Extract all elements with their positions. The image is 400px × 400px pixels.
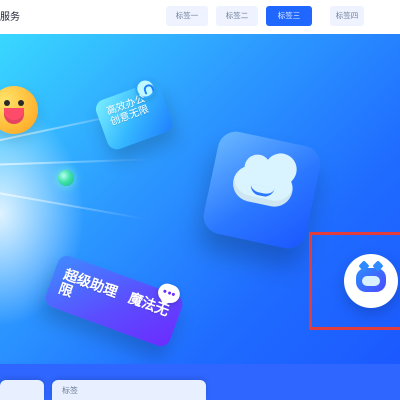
efficiency-card-text: 高效办公 创意无限	[105, 91, 158, 128]
nav-tab-4[interactable]: 标签四	[330, 6, 364, 26]
cloud-icon	[229, 162, 296, 210]
cloud-smile	[249, 183, 275, 199]
landing-screen: 服务 标签一 标签二 标签三 标签四 高效办公 创意无限 超级助理 魔法无限 标…	[0, 0, 400, 400]
emoji-eye	[18, 100, 24, 106]
top-nav: 服务 标签一 标签二 标签三 标签四	[0, 0, 400, 34]
nav-tab-3-active[interactable]: 标签三	[266, 6, 312, 26]
nav-tab-1[interactable]: 标签一	[166, 6, 208, 26]
green-dot-icon	[58, 170, 74, 186]
assistant-card: 超级助理 魔法无限	[42, 253, 186, 349]
cloud-tile	[200, 128, 324, 252]
light-ray	[0, 158, 150, 168]
robot-face	[362, 276, 380, 286]
emoji-mouth	[4, 108, 24, 124]
robot-icon	[356, 268, 386, 292]
bottom-card-middle-label: 标签	[62, 386, 78, 395]
nav-tab-2[interactable]: 标签二	[216, 6, 258, 26]
smiley-face-icon	[0, 86, 38, 134]
light-ray	[0, 180, 147, 221]
efficiency-card: 高效办公 创意无限	[93, 75, 175, 153]
brand-label: 服务	[0, 12, 20, 23]
chat-dots	[162, 289, 176, 297]
assistant-card-text: 超级助理 魔法无限	[56, 267, 172, 335]
assistant-floating-button[interactable]	[344, 254, 398, 308]
hero-banner: 高效办公 创意无限 超级助理 魔法无限	[0, 34, 400, 400]
bottom-card-middle[interactable]: 标签	[52, 380, 206, 400]
emoji-eye	[4, 100, 10, 106]
bottom-card-left[interactable]	[0, 380, 44, 400]
